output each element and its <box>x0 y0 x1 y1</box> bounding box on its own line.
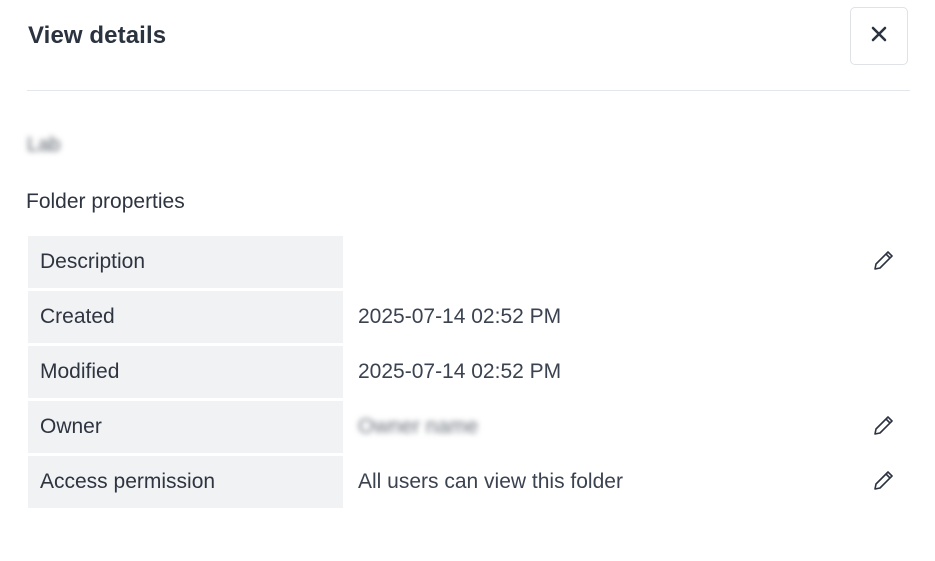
view-details-panel: View details Lab Folder properties Descr… <box>0 0 935 561</box>
properties-table: Description Created 2025-07-14 02:52 PM … <box>28 236 910 511</box>
property-value: 2025-07-14 02:52 PM <box>358 360 562 383</box>
pencil-icon <box>872 413 896 442</box>
dialog-title: View details <box>28 22 167 49</box>
property-row-modified: Modified 2025-07-14 02:52 PM <box>28 346 910 398</box>
edit-description-button[interactable] <box>871 249 897 275</box>
edit-access-permission-button[interactable] <box>871 469 897 495</box>
property-row-owner: Owner Owner name <box>28 401 910 453</box>
close-button[interactable] <box>850 7 908 65</box>
folder-name: Lab <box>27 134 61 156</box>
pencil-icon <box>872 468 896 497</box>
property-row-created: Created 2025-07-14 02:52 PM <box>28 291 910 343</box>
section-title: Folder properties <box>26 190 185 213</box>
property-row-description: Description <box>28 236 910 288</box>
property-row-access-permission: Access permission All users can view thi… <box>28 456 910 508</box>
property-value: Owner name <box>358 415 479 438</box>
close-icon <box>870 25 888 48</box>
property-value: All users can view this folder <box>358 470 623 493</box>
property-label: Description <box>28 236 343 288</box>
property-label: Created <box>28 291 343 343</box>
property-value: 2025-07-14 02:52 PM <box>358 305 562 328</box>
edit-owner-button[interactable] <box>871 414 897 440</box>
pencil-icon <box>872 248 896 277</box>
dialog-header: View details <box>0 0 935 90</box>
property-label: Access permission <box>28 456 343 508</box>
header-divider <box>27 90 910 91</box>
property-label: Owner <box>28 401 343 453</box>
property-label: Modified <box>28 346 343 398</box>
